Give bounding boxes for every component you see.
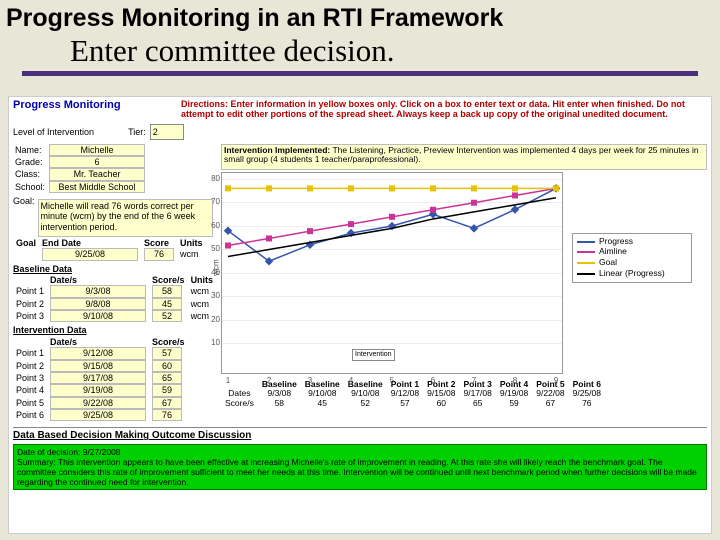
- baseline-table: Date/sScore/sUnitsPoint 19/3/0858wcmPoin…: [13, 275, 216, 322]
- title-rule: [22, 71, 698, 76]
- grade-field[interactable]: 6: [49, 156, 145, 168]
- chart-legend: Progress Aimline Goal Linear (Progress): [572, 233, 692, 283]
- pm-heading: Progress Monitoring: [9, 97, 177, 122]
- class-field[interactable]: Mr. Teacher: [49, 168, 145, 180]
- goal-table: GoalEnd DateScoreUnits 9/25/0876wcm: [13, 238, 206, 261]
- slide-title: Progress Monitoring in an RTI Framework: [0, 0, 720, 33]
- dates-scores-table: BaselineBaselineBaselinePoint 1Point 2Po…: [221, 380, 605, 409]
- intervention-table: Date/sScore/sPoint 19/12/0857Point 29/15…: [13, 337, 188, 421]
- tier-label: Tier:: [128, 127, 146, 137]
- outcome-box[interactable]: Date of decision: 9/27/2008 Summary: Thi…: [13, 444, 707, 491]
- slide-subtitle: Enter committee decision.: [0, 33, 720, 71]
- intervention-impl-label: Intervention Implemented:: [224, 145, 330, 155]
- goal-text[interactable]: Michelle will read 76 words correct per …: [38, 199, 213, 237]
- goal-label: Goal:: [13, 196, 35, 237]
- school-field[interactable]: Best Middle School: [49, 181, 145, 193]
- name-field[interactable]: Michelle: [49, 144, 145, 156]
- level-label: Level of Intervention: [13, 127, 94, 137]
- progress-chart: wcm Intervention Progress Aimline Goal L…: [221, 172, 563, 374]
- directions-text: Directions: Enter information in yellow …: [177, 97, 711, 122]
- intervention-header: Intervention Data: [13, 325, 213, 335]
- baseline-header: Baseline Data: [13, 264, 213, 274]
- tier-input[interactable]: [150, 124, 184, 140]
- spreadsheet-screenshot: Progress Monitoring Directions: Enter in…: [8, 96, 712, 534]
- outcome-header: Data Based Decision Making Outcome Discu…: [13, 427, 707, 442]
- info-table: Name:Michelle Grade:6 Class:Mr. Teacher …: [13, 144, 147, 193]
